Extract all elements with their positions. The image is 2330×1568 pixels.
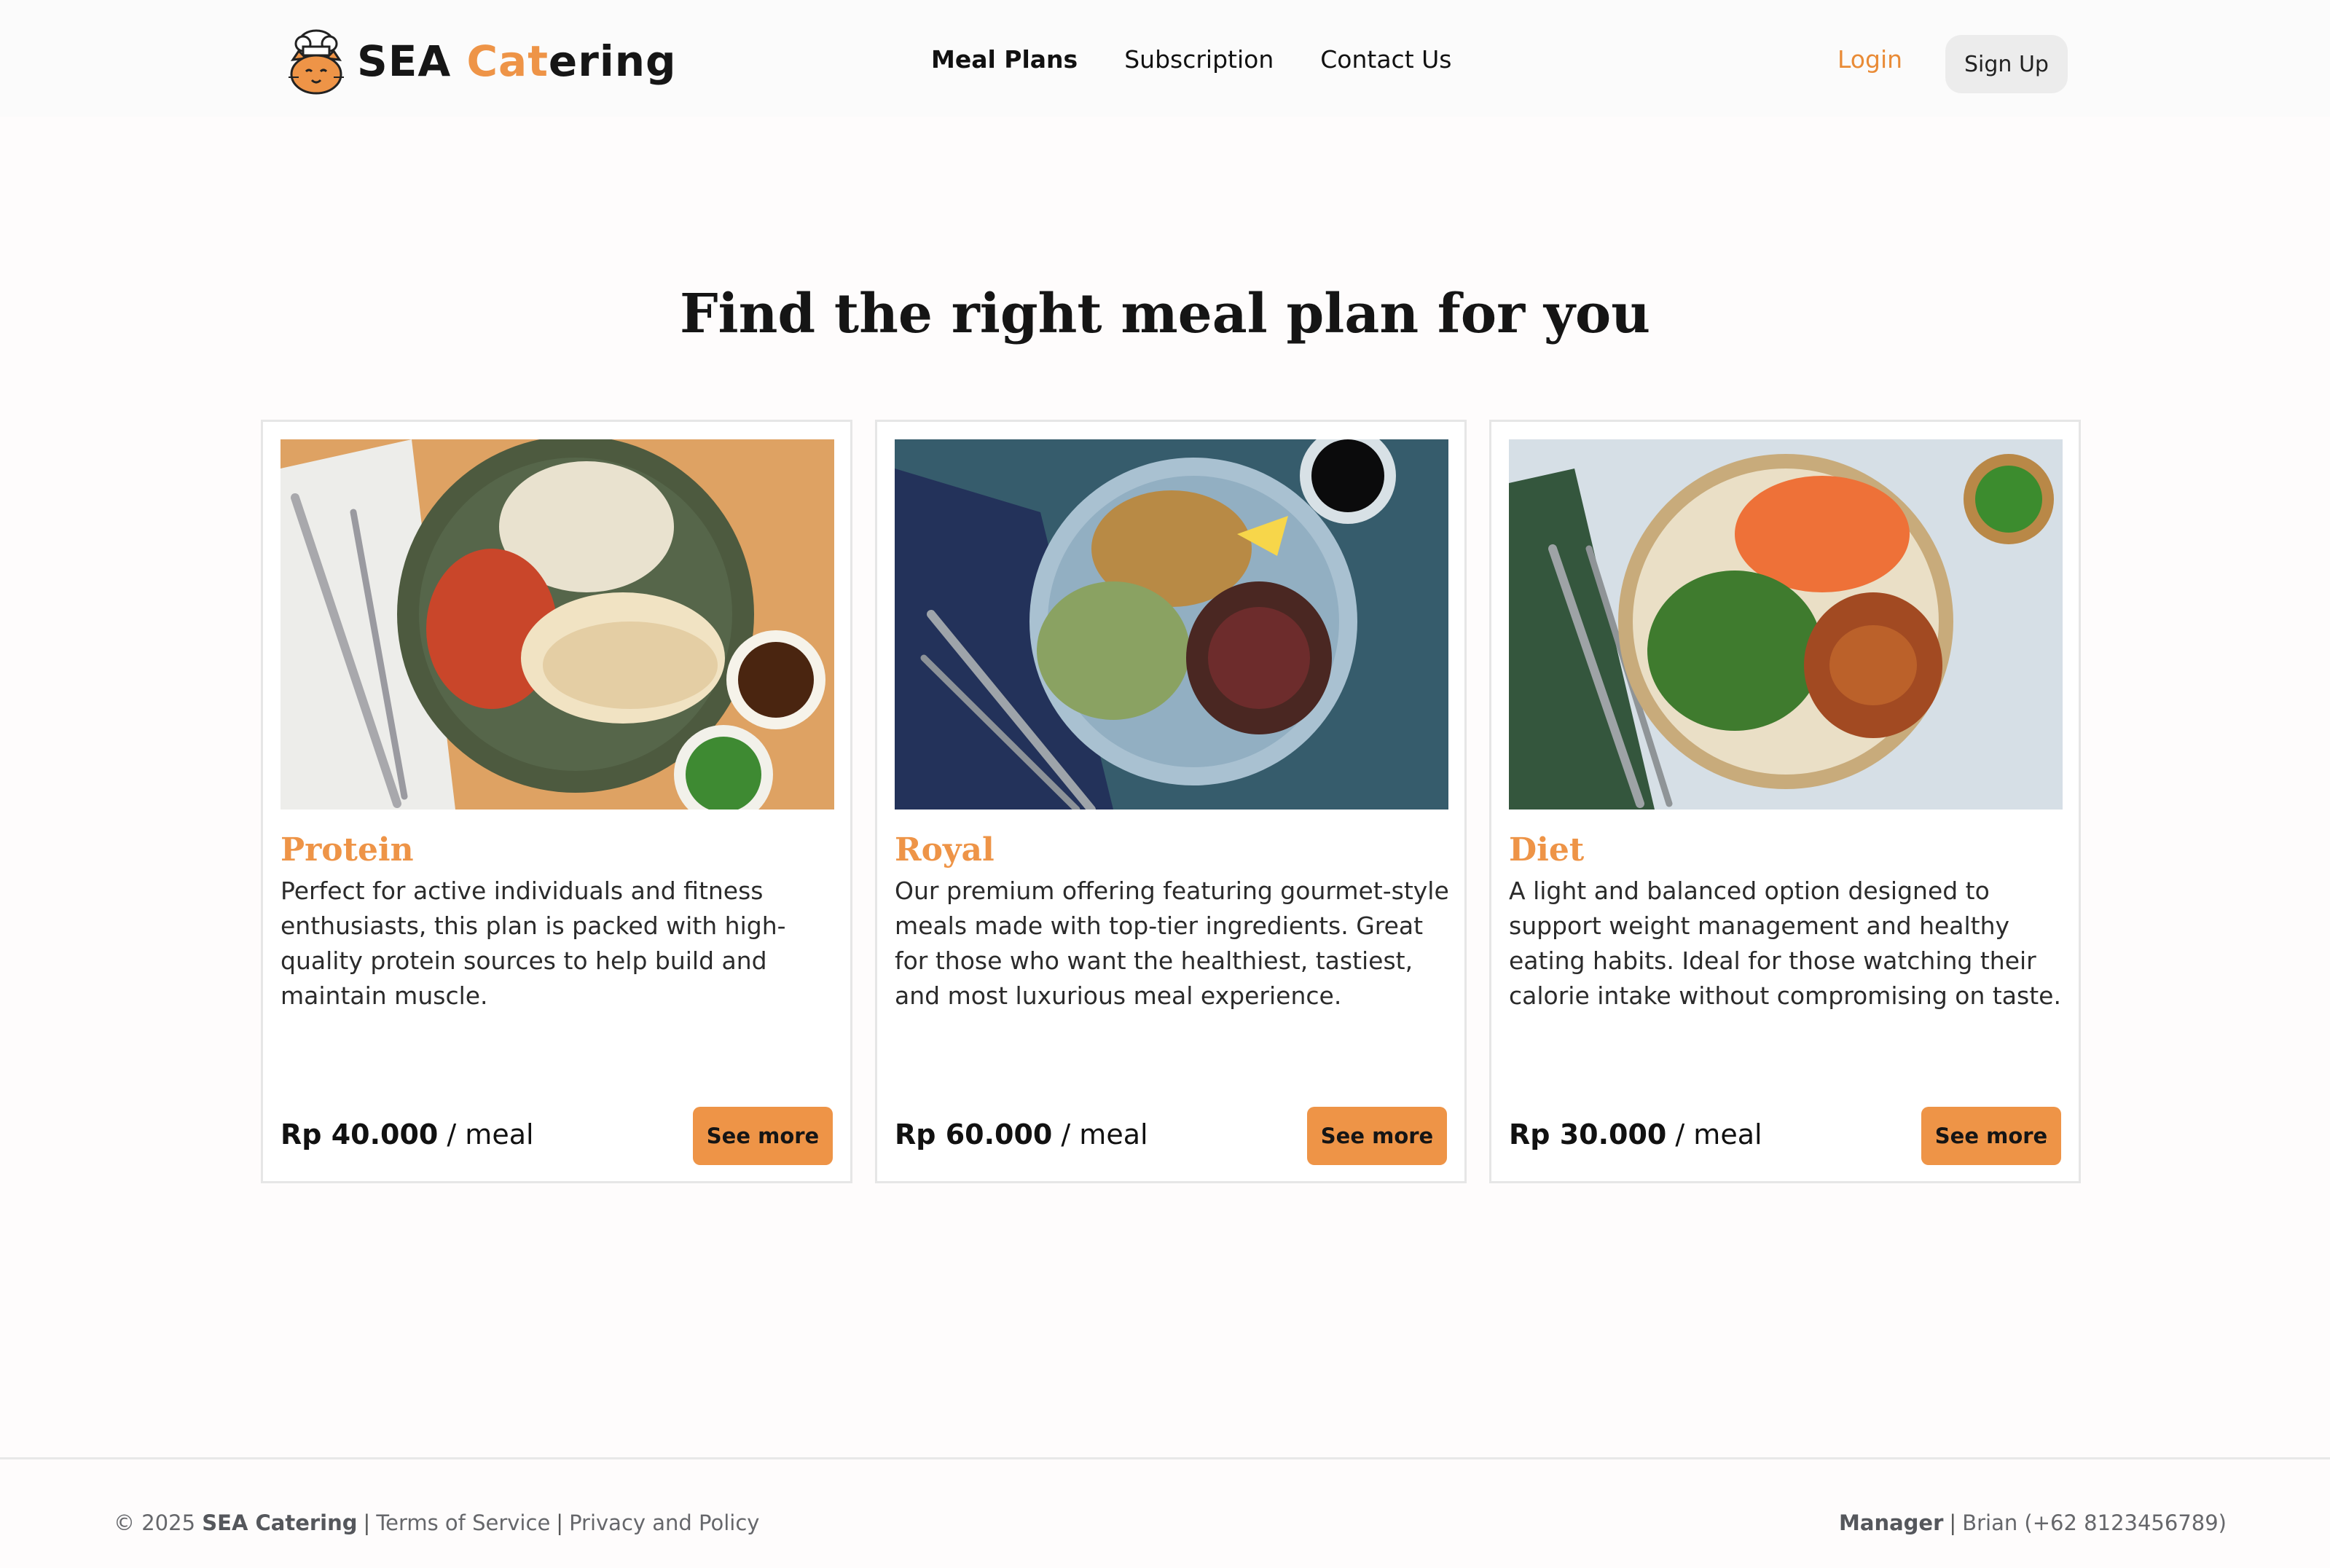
plan-card-royal: Royal Our premium offering featuring gou…	[875, 420, 1467, 1183]
plan-image-diet	[1509, 439, 2063, 810]
plan-price: Rp 60.000 / meal	[895, 1118, 1148, 1150]
sign-up-button[interactable]: Sign Up	[1945, 35, 2068, 93]
manager-label: Manager	[1839, 1510, 1944, 1535]
plan-card-protein: Protein Perfect for active individuals a…	[261, 420, 852, 1183]
nav-contact-us[interactable]: Contact Us	[1320, 45, 1451, 74]
page-footer: © 2025 SEA Catering | Terms of Service | Pri…	[0, 1457, 2330, 1568]
page-title: Find the right meal plan for you	[679, 283, 1651, 345]
plan-title: Protein	[281, 831, 414, 869]
plan-image-royal	[895, 439, 1448, 810]
top-navbar: SEA Catering Meal Plans Subscription Con…	[0, 0, 2330, 117]
chef-cat-icon	[289, 29, 344, 95]
nav-subscription[interactable]: Subscription	[1124, 45, 1274, 74]
plan-image-protein	[281, 439, 834, 810]
plan-description: A light and balanced option designed to …	[1509, 877, 2061, 1010]
see-more-button[interactable]: See more	[693, 1107, 833, 1165]
footer-left: © 2025 SEA Catering | Terms of Service | Pri…	[114, 1510, 759, 1535]
main-nav: Meal Plans Subscription Contact Us	[931, 45, 1451, 74]
plan-title: Diet	[1509, 831, 1585, 869]
protein-meal-photo	[281, 439, 834, 810]
separator: |	[363, 1510, 371, 1535]
login-link[interactable]: Login	[1837, 45, 1902, 74]
plan-price: Rp 40.000 / meal	[281, 1118, 534, 1150]
footer-right: Manager | Brian (+62 8123456789)	[1839, 1510, 2227, 1535]
see-more-button[interactable]: See more	[1307, 1107, 1447, 1165]
copyright-text: © 2025	[114, 1510, 203, 1535]
plan-description: Our premium offering featuring gourmet-s…	[895, 877, 1449, 1010]
brand-logo[interactable]: SEA Catering	[286, 26, 677, 96]
separator: |	[1949, 1510, 1957, 1535]
plan-title: Royal	[895, 831, 995, 869]
separator: |	[556, 1510, 564, 1535]
plan-description: Perfect for active individuals and fitne…	[281, 877, 786, 1010]
manager-contact: Brian (+62 8123456789)	[1962, 1510, 2227, 1535]
see-more-button[interactable]: See more	[1921, 1107, 2061, 1165]
company-name: SEA Catering	[202, 1510, 358, 1535]
diet-meal-photo	[1509, 439, 2063, 810]
plan-card-diet: Diet A light and balanced option designe…	[1489, 420, 2081, 1183]
plan-price: Rp 30.000 / meal	[1509, 1118, 1762, 1150]
terms-link[interactable]: Terms of Service	[376, 1510, 550, 1535]
privacy-link[interactable]: Privacy and Policy	[569, 1510, 759, 1535]
royal-meal-photo	[895, 439, 1448, 810]
brand-name: SEA Catering	[357, 36, 677, 86]
nav-meal-plans[interactable]: Meal Plans	[931, 45, 1078, 74]
